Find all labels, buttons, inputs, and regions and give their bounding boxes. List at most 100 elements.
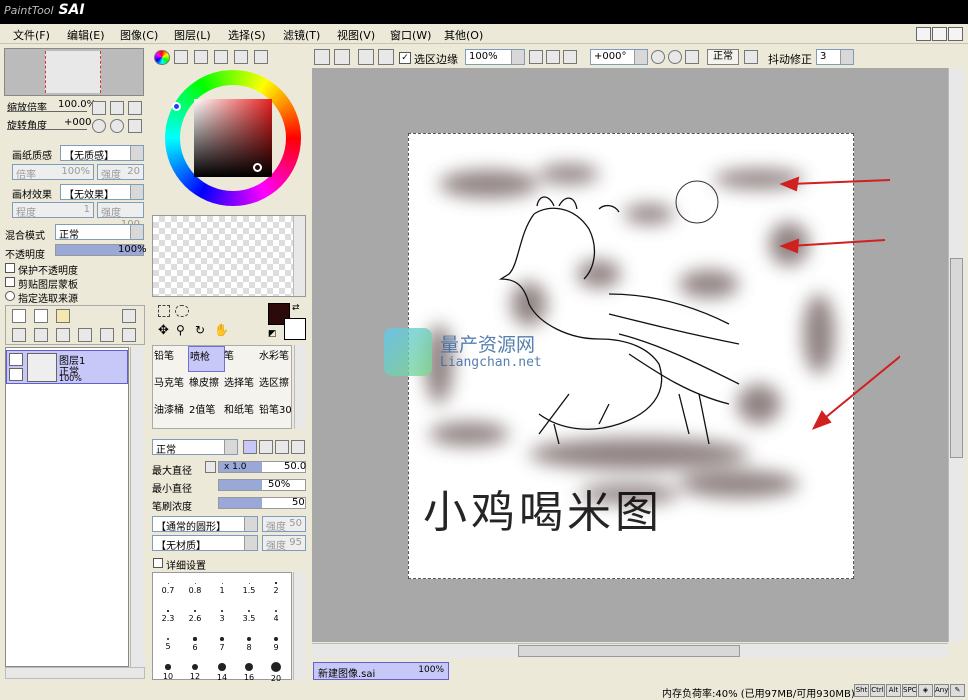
color-swatch-area[interactable] [152,215,306,297]
maximize-button[interactable] [932,27,947,41]
rotate-reset-button[interactable] [128,119,142,133]
tool-washi-pen[interactable]: 和纸笔 [223,400,260,426]
paper-strength2-field[interactable]: 强度100 [97,202,144,230]
brush-size-cell[interactable]: 4 [263,603,289,629]
color-mix-tab-icon[interactable] [214,50,228,64]
swap-colors-icon[interactable]: ⇄ [292,303,302,313]
shape-strength-field[interactable]: 强度 50 [262,516,306,533]
paper-strength-field[interactable]: 强度 20 [97,164,144,181]
brush-size-cell[interactable]: 6 [182,631,208,657]
canvas-hscroll-thumb[interactable] [518,645,740,657]
pen-icon[interactable] [9,368,23,381]
paper-texture-dropdown[interactable]: 【无质感】 [60,145,144,162]
layer-mask-icon[interactable] [122,309,136,323]
menu-image[interactable]: 图像(C) [120,27,158,43]
swatch-scrollbar[interactable] [293,216,305,296]
toolbar-zoom-out-button[interactable] [529,50,543,64]
brush-shape-flat-icon[interactable] [291,440,305,454]
tool-select-pen[interactable]: 选择笔 [223,373,260,399]
clear-layer-icon[interactable] [56,328,70,342]
tool-pencil30[interactable]: 铅笔30 [258,400,295,426]
clip-mask-checkbox[interactable] [5,277,15,287]
zoom-reset-button[interactable] [128,101,142,115]
magic-wand-icon[interactable] [195,305,209,317]
brush-size-cell[interactable]: 8 [236,631,262,657]
toolbar-rotate-left-button[interactable] [651,50,665,64]
tool-watercolor[interactable]: 水彩笔 [258,346,295,372]
close-button[interactable] [948,27,963,41]
move-icon[interactable]: ✥ [158,324,172,338]
zoom-tool-icon[interactable]: ⚲ [176,324,190,338]
layer-props-icon[interactable] [100,328,114,342]
detail-settings-checkbox[interactable] [153,558,163,568]
delete-layer-icon[interactable] [78,328,92,342]
eyedropper-icon[interactable] [233,324,247,338]
canvas-vscroll-thumb[interactable] [950,258,963,458]
canvas-hscrollbar[interactable] [312,643,948,658]
toolbar-zoom-reset-button[interactable] [563,50,577,64]
layer-hscrollbar[interactable] [5,667,145,679]
brush-size-cell[interactable]: 7 [209,631,235,657]
tool-binary-pen[interactable]: 2值笔 [188,400,225,426]
scratchpad-tab-icon[interactable] [254,50,268,64]
size-range-button[interactable] [205,461,216,473]
rect-select-icon[interactable] [158,305,170,317]
brush-size-cell[interactable]: 0.8 [182,575,208,601]
texture-strength-field[interactable]: 强度 95 [262,535,306,552]
stabilizer-dropdown[interactable]: 3 [816,49,854,65]
tool-airbrush[interactable]: 喷枪 [188,346,225,372]
color-wheel-tab-icon[interactable] [154,50,170,65]
menu-view[interactable]: 视图(V) [337,27,375,43]
brush-shape-round-icon[interactable] [259,440,273,454]
angle-dropdown[interactable]: +000° [590,49,648,65]
zoom-dropdown[interactable]: 100% [465,49,525,65]
document-tab[interactable]: 新建图像.sai 100% [313,662,449,680]
brush-size-cell[interactable]: 2.6 [182,603,208,629]
brush-size-cell[interactable]: 1.5 [236,575,262,601]
new-layer-icon[interactable] [12,309,26,323]
menu-layer[interactable]: 图层(L) [174,27,211,43]
menu-file[interactable]: 文件(F) [13,27,50,43]
brush-texture-dropdown[interactable]: 【无材质】 [152,535,258,552]
selection-edge-checkbox[interactable]: ✓ [399,52,411,64]
invert-selection-button[interactable] [378,49,394,65]
lasso-icon[interactable] [175,305,189,317]
new-folder-icon[interactable] [56,309,70,323]
toolbar-rotate-reset-button[interactable] [685,50,699,64]
toolbar-rotate-right-button[interactable] [668,50,682,64]
brush-shape-dropdown[interactable]: 【通常的圆形】 [152,516,258,533]
rotate-left-button[interactable] [92,119,106,133]
brush-size-cell[interactable]: 2 [263,575,289,601]
menu-window[interactable]: 窗口(W) [390,27,431,43]
zoom-in-button[interactable] [110,101,124,115]
navigator-preview[interactable] [4,48,144,96]
toolbar-zoom-in-button[interactable] [546,50,560,64]
minimize-button[interactable] [916,27,931,41]
normal-view-button[interactable]: 正常 [707,49,739,65]
canvas-vscrollbar[interactable] [948,68,964,642]
zoom-out-button[interactable] [92,101,106,115]
menu-filter[interactable]: 滤镜(T) [283,27,320,43]
brush-size-scrollbar[interactable] [293,572,306,680]
tool-pencil[interactable]: 铅笔 [153,346,190,372]
undo-button[interactable] [314,49,330,65]
redo-button[interactable] [334,49,350,65]
menu-select[interactable]: 选择(S) [228,27,266,43]
layer-row[interactable]: 图层1 正常 100% [6,350,128,384]
blend-mode-dropdown[interactable]: 正常 [55,224,144,241]
brush-shape-soft-icon[interactable] [275,440,289,454]
rotate-slider[interactable] [7,129,87,130]
eye-icon[interactable] [9,353,23,366]
rotate-right-button[interactable] [110,119,124,133]
brush-mode-dropdown[interactable]: 正常 [152,439,238,456]
menu-edit[interactable]: 编辑(E) [67,27,105,43]
hsv-slider-tab-icon[interactable] [194,50,208,64]
tool-scrollbar[interactable] [294,345,306,429]
transfer-down-icon[interactable] [12,328,26,342]
hand-tool-icon[interactable]: ✋ [214,324,229,338]
deselect-button[interactable] [358,49,374,65]
tool-marker[interactable]: 马克笔 [153,373,190,399]
brush-size-cell[interactable]: 5 [155,631,181,657]
color-picker-cursor[interactable] [253,163,262,172]
protect-opacity-checkbox[interactable] [5,263,15,273]
